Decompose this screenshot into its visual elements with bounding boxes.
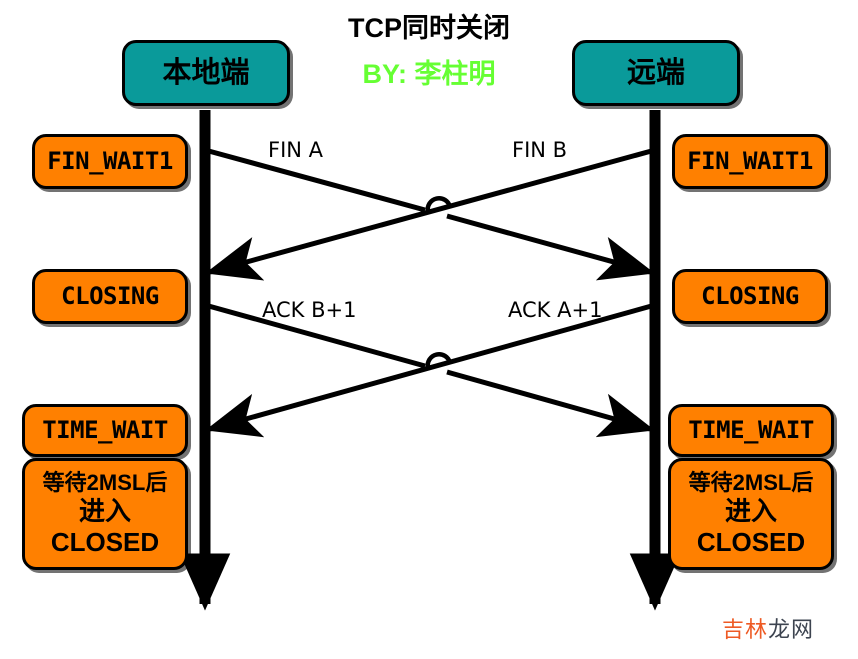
endpoint-box-local[interactable]: 本地端 (122, 40, 290, 106)
final-note-left-line2: 进入 (78, 496, 131, 527)
final-note-right-line1: 等待2MSL后 (688, 470, 814, 496)
message-label-ack-b1: ACK B+1 (262, 298, 357, 322)
state-box-right-closing[interactable]: CLOSING (672, 269, 828, 324)
message-label-fin-a: FIN A (268, 138, 324, 162)
state-label-left-closing: CLOSING (61, 282, 159, 311)
endpoint-label-local: 本地端 (162, 56, 250, 89)
state-box-left-time-wait[interactable]: TIME_WAIT (22, 404, 188, 457)
watermark: 吉林龙网 (722, 612, 814, 644)
watermark-part2: 龙网 (768, 617, 815, 642)
final-note-box-left[interactable]: 等待2MSL后 进入 CLOSED (22, 458, 188, 570)
message-label-fin-b: FIN B (512, 138, 568, 162)
final-note-box-right[interactable]: 等待2MSL后 进入 CLOSED (668, 458, 834, 570)
state-label-right-time-wait: TIME_WAIT (688, 416, 814, 445)
endpoint-box-remote[interactable]: 远端 (572, 40, 740, 106)
state-label-right-closing: CLOSING (701, 282, 799, 311)
state-label-right-fin-wait1: FIN_WAIT1 (687, 147, 813, 176)
state-box-left-fin-wait1[interactable]: FIN_WAIT1 (32, 134, 188, 189)
message-label-ack-a1: ACK A+1 (508, 298, 603, 322)
state-label-left-fin-wait1: FIN_WAIT1 (47, 147, 173, 176)
final-note-right-line3: CLOSED (696, 526, 806, 557)
endpoint-label-remote: 远端 (626, 56, 685, 89)
final-note-left-line1: 等待2MSL后 (42, 470, 168, 496)
state-box-left-closing[interactable]: CLOSING (32, 269, 188, 324)
diagram-canvas: TCP同时关闭 BY: 李柱明 本地端 远端 FIN_WAIT1 CLOSING… (0, 0, 858, 659)
final-note-right-line2: 进入 (724, 496, 777, 527)
final-note-left-line3: CLOSED (50, 526, 160, 557)
state-box-right-fin-wait1[interactable]: FIN_WAIT1 (672, 134, 828, 189)
state-label-left-time-wait: TIME_WAIT (42, 416, 168, 445)
watermark-part1: 吉林 (722, 617, 769, 642)
state-box-right-time-wait[interactable]: TIME_WAIT (668, 404, 834, 457)
